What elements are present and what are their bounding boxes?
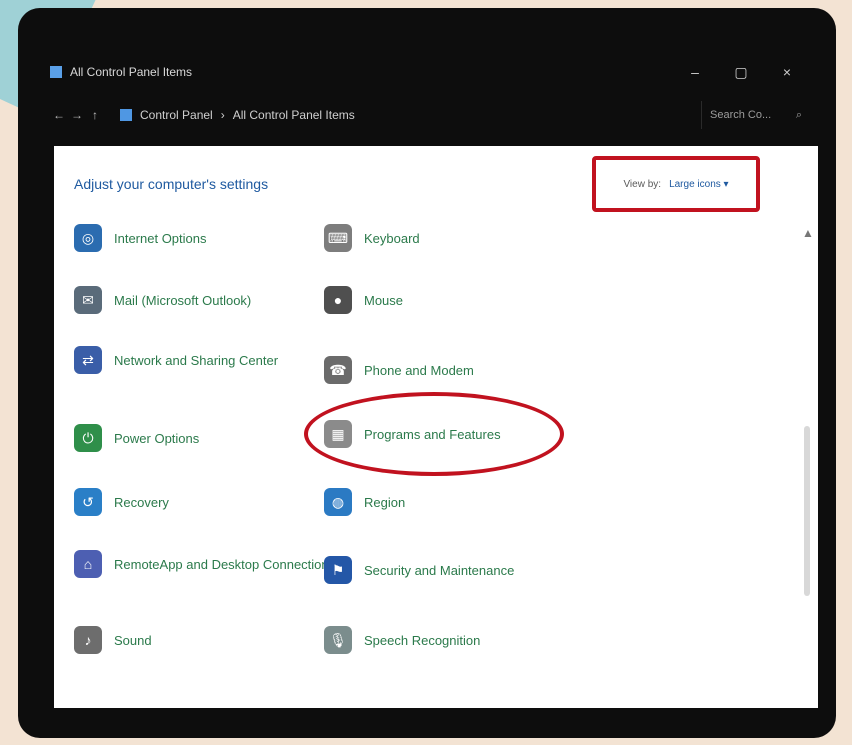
- breadcrumb-separator: ›: [220, 108, 225, 122]
- globe-icon: ◎: [74, 224, 102, 252]
- window-title: All Control Panel Items: [70, 65, 193, 79]
- mail-icon: ✉: [74, 286, 102, 314]
- control-item-power-options[interactable]: ⏻ Power Options: [74, 424, 199, 452]
- view-by-label: View by:: [623, 178, 662, 190]
- content-area: Adjust your computer's settings View by:…: [54, 146, 818, 708]
- maximize-button[interactable]: ▢: [718, 64, 764, 81]
- control-item-label: RemoteApp and Desktop Connections: [114, 556, 336, 572]
- control-item-phone-modem[interactable]: ☎ Phone and Modem: [324, 356, 474, 384]
- control-item-remoteapp[interactable]: ⌂ RemoteApp and Desktop Connections: [74, 550, 335, 578]
- phone-icon: ☎: [324, 356, 352, 384]
- forward-button[interactable]: →: [68, 108, 86, 122]
- control-item-label: Speech Recognition: [364, 632, 481, 648]
- remote-icon: ⌂: [74, 550, 102, 578]
- close-button[interactable]: ×: [764, 64, 810, 80]
- control-panel-icon: [50, 66, 62, 78]
- control-item-label: Mouse: [364, 292, 404, 308]
- control-item-network[interactable]: ⇄ Network and Sharing Center: [74, 346, 278, 374]
- control-item-label: Region: [364, 494, 406, 510]
- control-item-region[interactable]: ◍ Region: [324, 488, 405, 516]
- control-item-label: Mail (Microsoft Outlook): [114, 292, 252, 308]
- address-bar: ← → ↑ Control Panel › All Control Panel …: [50, 96, 810, 134]
- power-icon: ⏻: [74, 424, 102, 452]
- control-item-label: Recovery: [114, 494, 169, 510]
- control-item-internet-options[interactable]: ◎ Internet Options: [74, 224, 207, 252]
- window-titlebar: All Control Panel Items – ▢ ×: [50, 56, 810, 88]
- keyboard-icon: ⌨: [324, 224, 352, 252]
- search-icon: ⌕: [795, 108, 802, 121]
- recovery-icon: ↺: [74, 488, 102, 516]
- control-item-mail[interactable]: ✉ Mail (Microsoft Outlook): [74, 286, 251, 314]
- frame-bottom: [54, 708, 818, 732]
- vertical-scrollbar[interactable]: ▲: [802, 226, 814, 706]
- control-item-label: Power Options: [114, 430, 200, 446]
- region-icon: ◍: [324, 488, 352, 516]
- control-item-label: Keyboard: [364, 230, 420, 246]
- breadcrumb-control-panel[interactable]: Control Panel: [140, 108, 213, 122]
- control-item-recovery[interactable]: ↺ Recovery: [74, 488, 169, 516]
- control-item-keyboard[interactable]: ⌨ Keyboard: [324, 224, 420, 252]
- microphone-icon: 🎙: [324, 626, 352, 654]
- control-item-label: Phone and Modem: [364, 362, 474, 378]
- address-breadcrumb[interactable]: Control Panel › All Control Panel Items: [114, 101, 691, 129]
- minimize-button[interactable]: –: [672, 64, 718, 80]
- breadcrumb-all-items[interactable]: All Control Panel Items: [233, 108, 355, 122]
- scroll-up-icon[interactable]: ▲: [802, 226, 814, 240]
- search-placeholder: Search Co...: [710, 109, 772, 121]
- control-item-label: Security and Maintenance: [364, 562, 515, 578]
- sound-icon: ♪: [74, 626, 102, 654]
- control-item-label: Network and Sharing Center: [114, 352, 279, 368]
- control-item-mouse[interactable]: ● Mouse: [324, 286, 403, 314]
- control-item-sound[interactable]: ♪ Sound: [74, 626, 152, 654]
- network-icon: ⇄: [74, 346, 102, 374]
- control-item-security-maintenance[interactable]: ⚑ Security and Maintenance: [324, 556, 514, 584]
- control-panel-icon: [120, 109, 132, 121]
- view-by-control[interactable]: View by: Large icons ▾: [592, 156, 760, 212]
- security-icon: ⚑: [324, 556, 352, 584]
- back-button[interactable]: ←: [50, 108, 68, 122]
- mouse-icon: ●: [324, 286, 352, 314]
- search-box[interactable]: Search Co... ⌕: [701, 101, 810, 129]
- control-item-label: Internet Options: [114, 230, 207, 246]
- scroll-thumb[interactable]: [804, 426, 810, 596]
- control-item-label: Sound: [114, 632, 152, 648]
- highlight-annotation: [304, 392, 564, 476]
- up-button[interactable]: ↑: [86, 108, 104, 122]
- control-item-speech-recognition[interactable]: 🎙 Speech Recognition: [324, 626, 480, 654]
- page-heading: Adjust your computer's settings: [74, 176, 269, 192]
- view-by-dropdown[interactable]: Large icons ▾: [669, 179, 729, 190]
